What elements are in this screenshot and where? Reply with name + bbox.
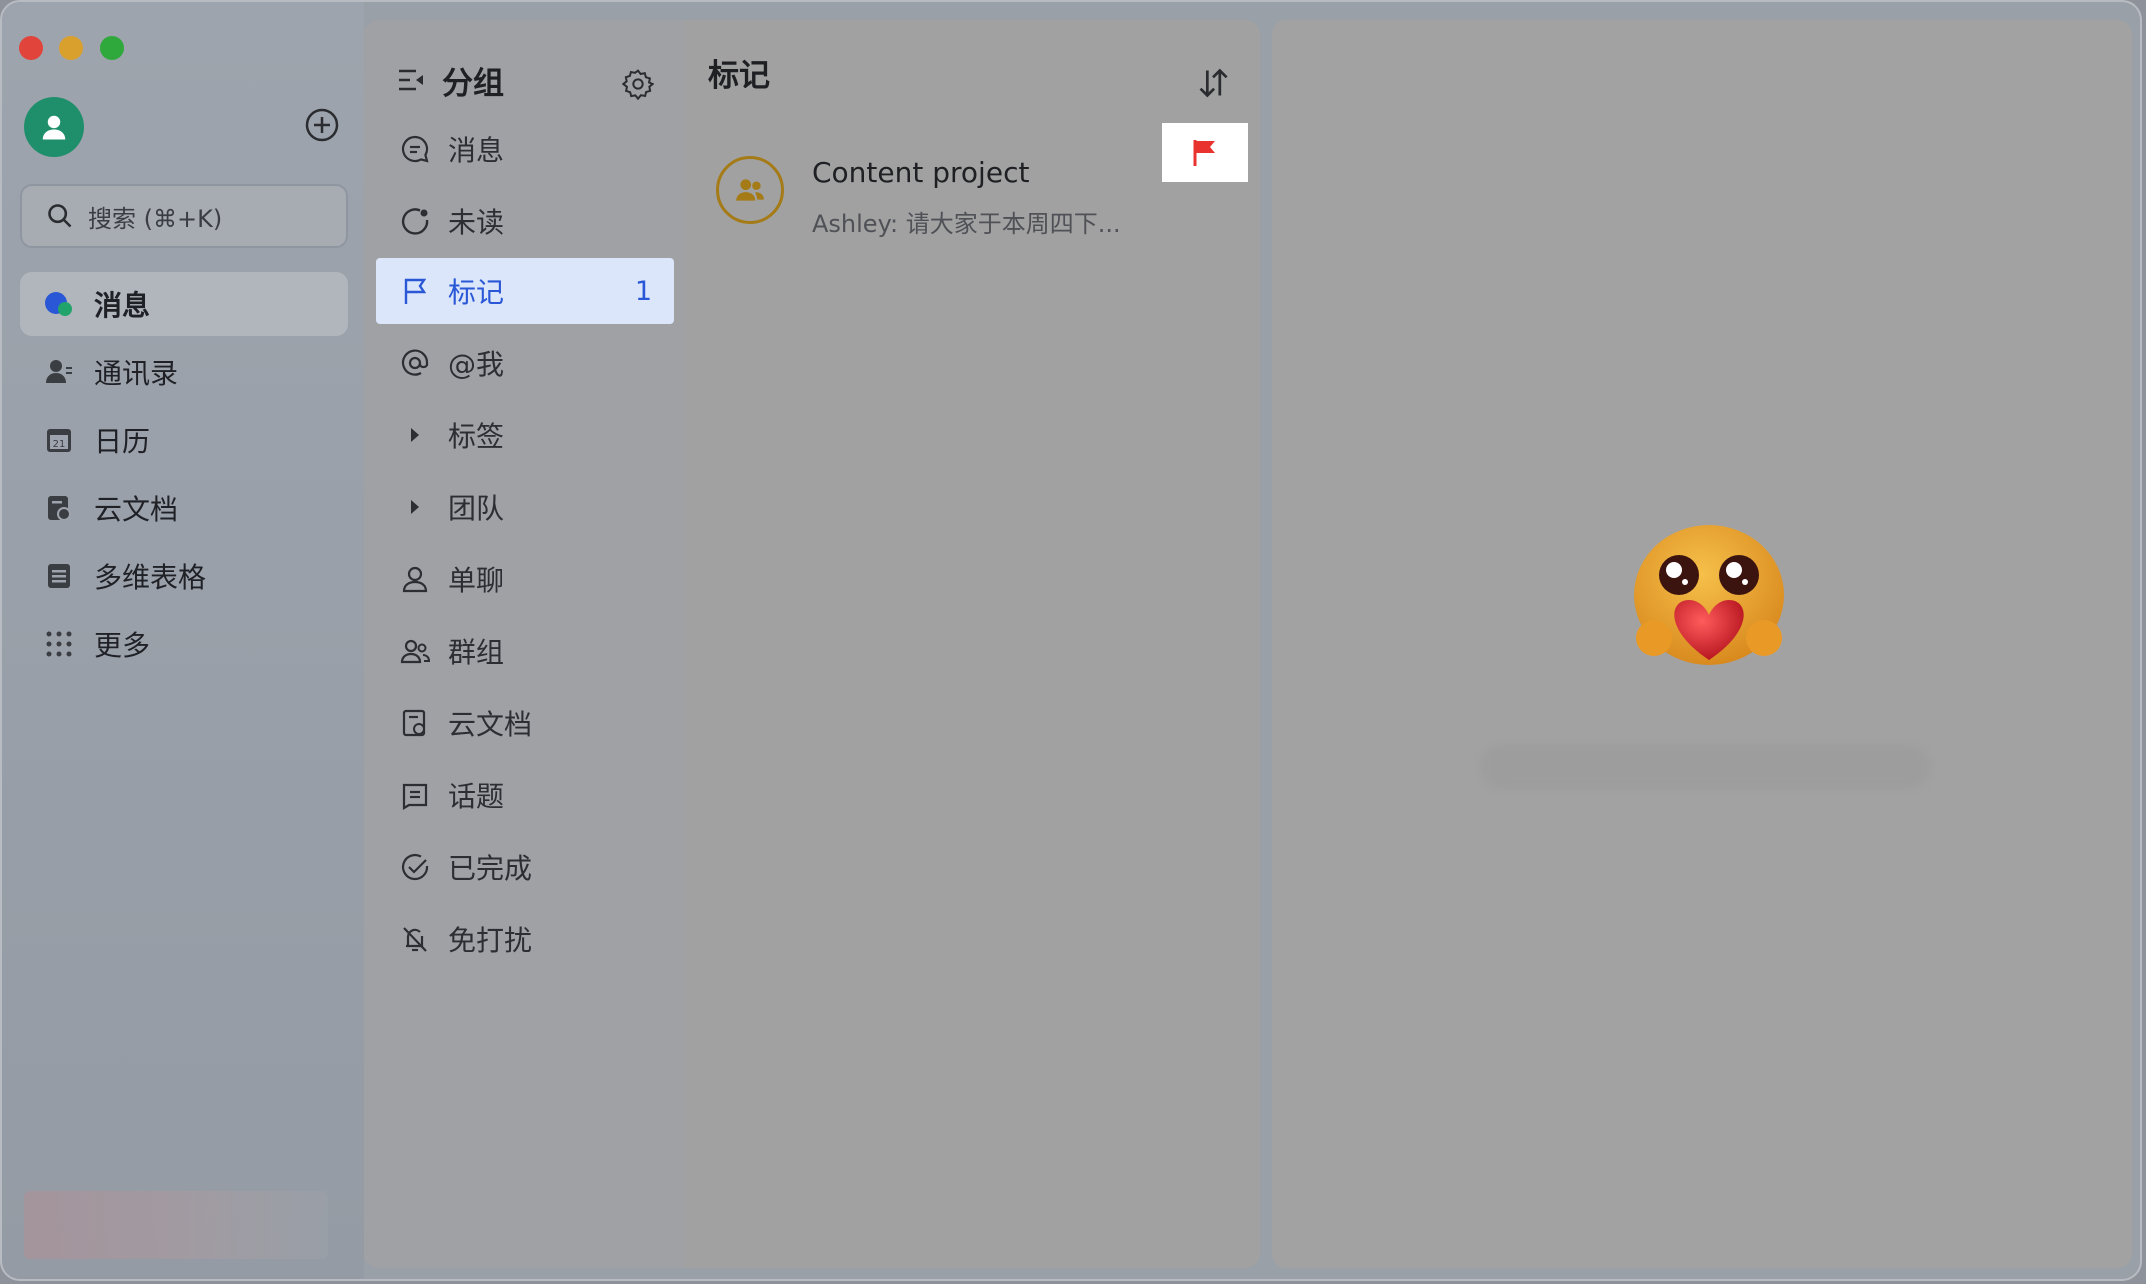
group-item-messages[interactable]: 消息 [376,116,674,182]
app-window: 搜索 (⌘+K) 消息 通讯录 21 日历 云文档 多维表格 更多 分组 消息 … [0,0,2142,1281]
group-panel: 分组 消息 未读 标记 1 @我 标签 团队 单聊 群组 云文档 话题 已完成 … [364,20,684,1268]
group-item-label: 单聊 [448,564,505,597]
group-item-docs[interactable]: 云文档 [376,690,674,756]
at-icon [398,346,432,380]
contacts-icon [42,355,76,389]
group-item-label: 未读 [448,206,505,239]
mute-bell-icon [398,922,432,956]
sidebar-item-docs[interactable]: 云文档 [20,476,348,540]
chat-list-panel: 标记 Content project Ashley: 请大家于本周四下... [684,20,1260,1268]
group-item-label: 标记 [448,276,505,309]
collapse-panel-icon[interactable] [396,65,426,95]
group-panel-title: 分组 [442,65,504,102]
blurred-footer [24,1191,328,1259]
detail-pane [1272,20,2132,1268]
group-item-label: 云文档 [448,708,533,741]
sidebar-item-label: 云文档 [94,493,179,526]
sidebar-item-label: 更多 [94,629,151,662]
message-bubble-icon [398,132,432,166]
base-icon [42,559,76,593]
group-item-unread[interactable]: 未读 [376,188,674,254]
group-item-label: 消息 [448,134,505,167]
group-item-label: 团队 [448,492,505,525]
flagged-count-badge: 1 [634,275,652,307]
group-item-groups[interactable]: 群组 [376,618,674,684]
flag-icon [1193,139,1215,166]
svg-text:21: 21 [53,439,66,450]
avatar[interactable] [24,97,84,157]
flag-outline-icon [398,274,432,308]
group-item-mentions[interactable]: @我 [376,330,674,396]
single-user-icon [398,562,432,596]
search-placeholder: 搜索 (⌘+K) [88,204,223,233]
list-item[interactable]: Content project Ashley: 请大家于本周四下... [714,140,1234,250]
sidebar-item-label: 日历 [94,425,151,458]
group-item-label: 话题 [448,780,505,813]
minimize-window-button[interactable] [59,36,83,60]
more-grid-icon [42,627,76,661]
sidebar-item-label: 通讯录 [94,357,179,390]
user-icon [42,115,66,140]
sort-icon[interactable] [1196,66,1230,100]
calendar-icon: 21 [42,423,76,457]
caret-right-icon [398,418,432,452]
group-item-mute[interactable]: 免打扰 [376,906,674,972]
group-item-tags[interactable]: 标签 [376,402,674,468]
maximize-window-button[interactable] [100,36,124,60]
gear-icon[interactable] [622,68,654,100]
caret-right-icon [398,490,432,524]
sidebar: 搜索 (⌘+K) 消息 通讯录 21 日历 云文档 多维表格 更多 [2,2,364,1279]
group-item-flagged[interactable]: 标记 1 [376,258,674,324]
sidebar-item-messages[interactable]: 消息 [20,272,348,336]
list-title: 标记 [708,58,770,94]
add-circle-icon[interactable] [304,107,340,143]
group-item-label: 免打扰 [448,924,533,957]
group-item-topics[interactable]: 话题 [376,762,674,828]
group-item-done[interactable]: 已完成 [376,834,674,900]
group-panel-header: 分组 [396,50,656,110]
search-input[interactable]: 搜索 (⌘+K) [20,184,348,248]
group-item-label: 群组 [448,636,505,669]
heart-hug-emoji-icon [1634,525,1784,665]
close-window-button[interactable] [19,36,43,60]
chat-name: Content project [812,156,1030,189]
group-item-label: 标签 [448,420,505,453]
docs-icon [42,491,76,525]
topic-icon [398,778,432,812]
done-icon [398,850,432,884]
message-icon [42,287,76,321]
search-icon [48,204,72,228]
sidebar-item-contacts[interactable]: 通讯录 [20,340,348,404]
chat-preview: Ashley: 请大家于本周四下... [812,210,1121,238]
sidebar-item-more[interactable]: 更多 [20,612,348,676]
sidebar-item-base[interactable]: 多维表格 [20,544,348,608]
group-item-label: 已完成 [448,852,533,885]
group-item-teams[interactable]: 团队 [376,474,674,540]
group-icon [736,179,764,201]
group-item-label: @我 [448,348,505,381]
group-chat-avatar [716,156,784,224]
group-icon [398,634,432,668]
sidebar-item-calendar[interactable]: 21 日历 [20,408,348,472]
flag-button[interactable] [1162,123,1248,182]
sidebar-item-label: 多维表格 [94,561,207,594]
doc-icon [398,706,432,740]
blurred-placeholder-text [1480,745,1930,789]
sidebar-item-label: 消息 [94,289,151,322]
unread-icon [398,204,432,238]
group-item-direct[interactable]: 单聊 [376,546,674,612]
